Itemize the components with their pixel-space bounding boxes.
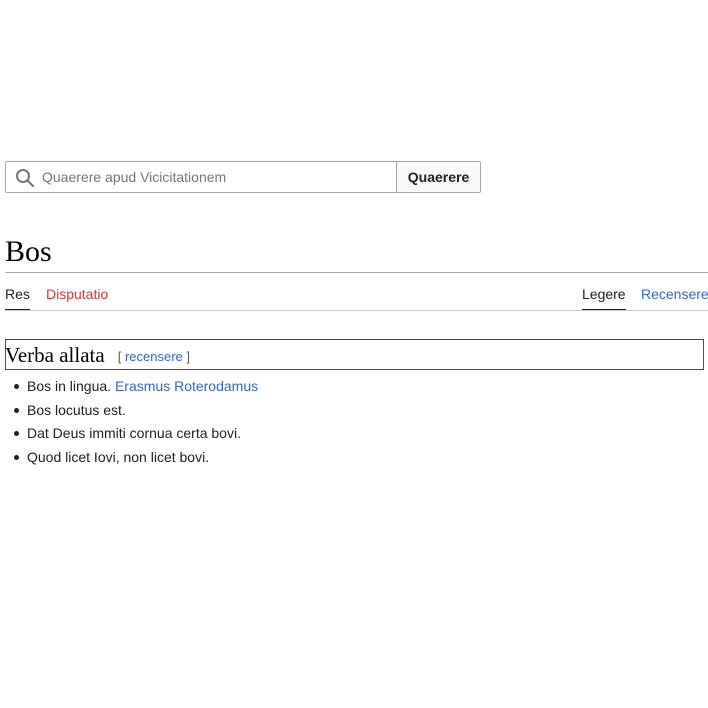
- section-heading-text: Verba allata: [5, 342, 105, 367]
- search-form: Quaerere: [5, 161, 481, 193]
- tab-disputatio[interactable]: Disputatio: [46, 286, 108, 311]
- search-icon: [16, 169, 35, 188]
- quote-text: Bos in lingua.: [27, 378, 115, 394]
- tabs-divider: [5, 310, 708, 311]
- page-title: Bos: [5, 235, 52, 268]
- page: Quaerere Bos Res Disputatio Legere Recen…: [0, 0, 708, 708]
- search-input[interactable]: [42, 162, 392, 192]
- quote-text: Dat Deus immiti cornua certa bovi.: [27, 425, 241, 441]
- edit-section-link[interactable]: recensere: [125, 349, 183, 364]
- quote-text: Quod licet Iovi, non licet bovi.: [27, 448, 210, 465]
- list-item: Dat Deus immiti cornua certa bovi.: [5, 422, 258, 446]
- tab-recensere[interactable]: Recensere: [641, 286, 708, 311]
- search-box[interactable]: [5, 161, 397, 193]
- title-divider: [5, 272, 708, 273]
- tab-res[interactable]: Res: [5, 286, 30, 311]
- section-heading: Verba allata [ recensere ]: [5, 339, 704, 370]
- edit-section: [ recensere ]: [118, 349, 190, 364]
- edit-bracket-open: [: [117, 348, 122, 364]
- bullet-icon: [14, 431, 19, 436]
- bullet-icon: [14, 454, 19, 460]
- author-link[interactable]: Erasmus Roterodamus: [115, 378, 258, 394]
- list-item: Quod licet Iovi, non licet bovi.: [5, 446, 258, 470]
- list-item: Bos locutus est.: [5, 399, 258, 423]
- quotes-list: Bos in lingua. Erasmus Roterodamus Bos l…: [5, 375, 258, 469]
- quote-text: Bos locutus est.: [27, 401, 126, 418]
- search-button[interactable]: Quaerere: [397, 161, 481, 193]
- edit-bracket-close: ]: [186, 348, 191, 364]
- tab-legere[interactable]: Legere: [582, 286, 626, 311]
- bullet-icon: [14, 384, 19, 389]
- bullet-icon: [14, 407, 19, 413]
- list-item: Bos in lingua. Erasmus Roterodamus: [5, 375, 258, 399]
